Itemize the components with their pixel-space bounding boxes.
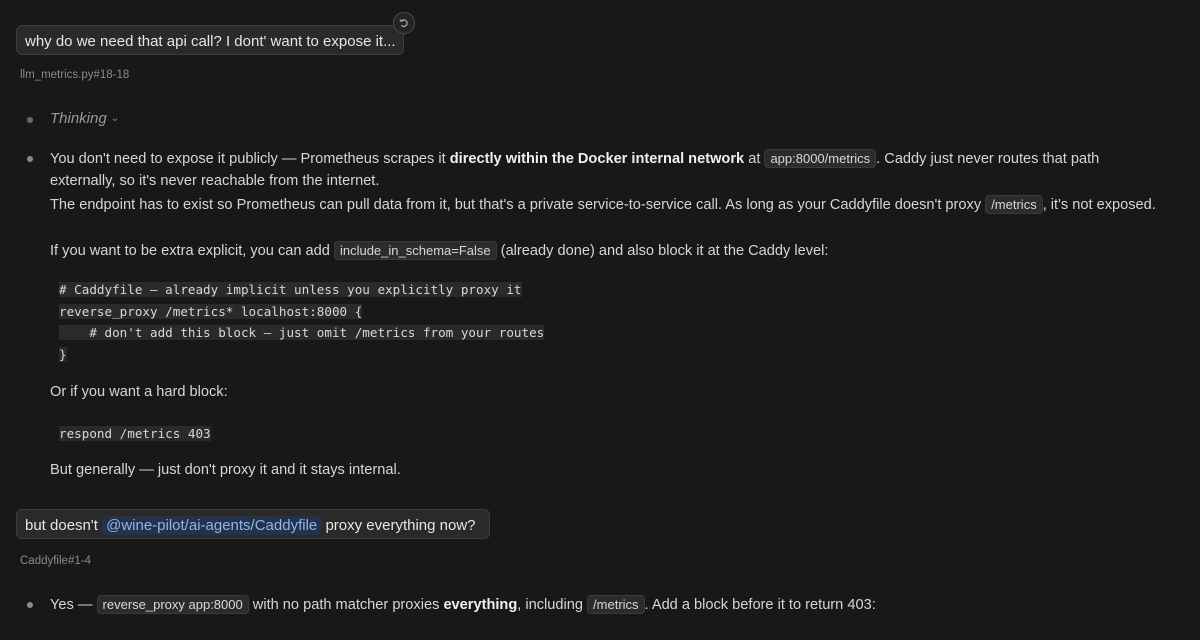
text-span: . Add a block before it to return 403:: [644, 597, 876, 613]
inline-code: /metrics: [985, 195, 1043, 214]
user-message-1[interactable]: why do we need that api call? I dont' wa…: [16, 25, 404, 55]
user-message-2[interactable]: but doesn't @wine-pilot/ai-agents/Caddyf…: [16, 509, 490, 539]
bold-text: directly within the Docker internal netw…: [449, 151, 745, 167]
chevron-down-icon: ⌄: [110, 113, 120, 124]
code-line: # Caddyfile — already implicit unless yo…: [59, 282, 522, 297]
text-span: proxy everything now?: [325, 517, 476, 534]
text-span: at: [748, 151, 761, 167]
text-span: but doesn't: [25, 517, 98, 534]
context-file-reference[interactable]: llm_metrics.py#18-18: [20, 69, 129, 81]
thinking-label: Thinking: [50, 110, 107, 127]
text-span: You don't need to expose it publicly — P…: [50, 151, 446, 167]
revert-button[interactable]: [393, 12, 415, 34]
code-block-caddyfile[interactable]: # Caddyfile — already implicit unless yo…: [59, 279, 545, 365]
assistant-paragraph-1: You don't need to expose it publicly — P…: [50, 148, 1165, 192]
text-span: The endpoint has to exist so Prometheus …: [50, 197, 982, 213]
code-line: }: [59, 346, 67, 362]
inline-code: app:8000/metrics: [764, 149, 877, 168]
text-span: with no path matcher proxies: [252, 597, 440, 613]
code-block-hard-block[interactable]: respond /metrics 403: [59, 423, 211, 445]
assistant2-paragraph-1: Yes — reverse_proxy app:8000 with no pat…: [50, 594, 1165, 617]
assistant-paragraph-5: But generally — just don't proxy it and …: [50, 462, 401, 478]
inline-code: include_in_schema=False: [333, 241, 497, 260]
bullet-dot: [27, 156, 33, 162]
context-file-reference[interactable]: Caddyfile#1-4: [20, 555, 91, 567]
thinking-toggle[interactable]: Thinking ⌄: [50, 110, 119, 127]
bullet-dot: [27, 117, 33, 123]
inline-code: reverse_proxy app:8000: [96, 595, 249, 614]
text-span: , including: [517, 597, 583, 613]
code-line: reverse_proxy /metrics* localhost:8000 {: [59, 303, 363, 319]
text-span: If you want to be extra explicit, you ca…: [50, 243, 330, 259]
user-message-text: why do we need that api call? I dont' wa…: [25, 33, 396, 50]
text-span: (already done) and also block it at the …: [500, 243, 829, 259]
assistant-paragraph-3: If you want to be extra explicit, you ca…: [50, 240, 1165, 263]
revert-icon: [399, 19, 408, 28]
code-line: respond /metrics 403: [59, 426, 211, 441]
bold-text: everything: [443, 597, 518, 613]
code-line: # don't add this block — just omit /metr…: [59, 325, 545, 340]
chat-panel: why do we need that api call? I dont' wa…: [0, 0, 1200, 640]
inline-code: /metrics: [587, 595, 645, 614]
assistant-paragraph-4: Or if you want a hard block:: [50, 384, 228, 400]
text-span: , it's not exposed.: [1042, 197, 1156, 213]
file-mention[interactable]: @wine-pilot/ai-agents/Caddyfile: [102, 516, 322, 535]
assistant-paragraph-2: The endpoint has to exist so Prometheus …: [50, 194, 1165, 217]
bullet-dot: [27, 602, 33, 608]
text-span: Yes —: [50, 597, 93, 613]
